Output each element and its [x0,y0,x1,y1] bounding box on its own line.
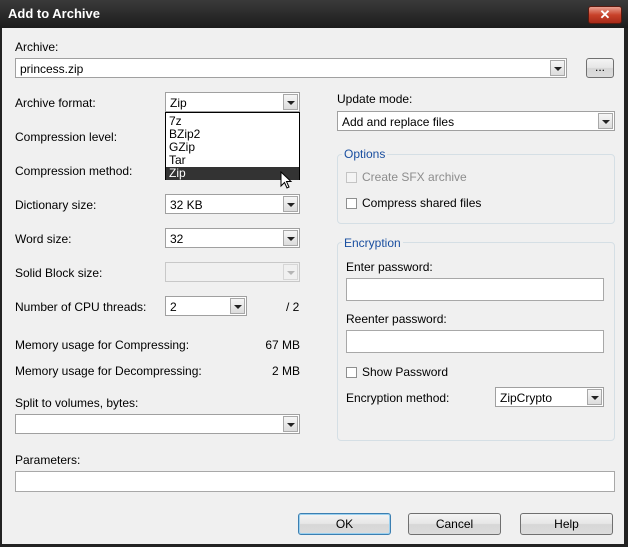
cpu-threads-value: 2 [170,300,177,314]
mouse-pointer-icon [280,171,293,189]
encryption-method-value: ZipCrypto [500,391,553,405]
options-group [337,154,615,224]
options-group-title: Options [342,147,388,161]
chevron-down-icon[interactable] [283,94,298,110]
archive-format-value: Zip [170,96,187,110]
reenter-password-label: Reenter password: [346,312,447,326]
close-button[interactable]: ✕ [588,6,622,24]
parameters-input[interactable] [15,471,615,492]
update-mode-label: Update mode: [337,92,413,106]
split-volumes-combo[interactable] [15,414,300,434]
archive-path-combo[interactable]: princess.zip [15,58,567,78]
help-button[interactable]: Help [520,513,613,535]
chevron-down-icon[interactable] [283,230,298,246]
archive-format-label: Archive format: [15,96,96,110]
memory-decompress-label: Memory usage for Decompressing: [15,364,202,378]
memory-compress-value: 67 MB [265,338,300,352]
chevron-down-icon[interactable] [283,196,298,212]
window-title: Add to Archive [8,6,100,21]
split-volumes-label: Split to volumes, bytes: [15,396,139,410]
word-size-label: Word size: [15,232,72,246]
solid-block-size-label: Solid Block size: [15,266,103,280]
cpu-threads-select[interactable]: 2 [165,296,247,316]
title-bar[interactable]: Add to Archive ✕ [0,0,628,28]
chevron-down-icon[interactable] [283,416,298,432]
dictionary-size-label: Dictionary size: [15,198,97,212]
solid-block-size-select [165,262,300,282]
memory-decompress-value: 2 MB [271,364,300,378]
reenter-password-input[interactable] [346,330,604,353]
memory-compress-label: Memory usage for Compressing: [15,338,190,352]
cancel-button[interactable]: Cancel [408,513,501,535]
compression-method-label: Compression method: [15,164,133,178]
encryption-method-label: Encryption method: [346,391,450,405]
chevron-down-icon[interactable] [598,113,613,129]
update-mode-value: Add and replace files [342,115,455,129]
chevron-down-icon[interactable] [550,60,565,76]
chevron-down-icon[interactable] [587,389,602,405]
chevron-down-icon [283,264,298,280]
ok-button[interactable]: OK [298,513,391,535]
show-password-label[interactable]: Show Password [362,365,448,379]
archive-format-select[interactable]: Zip [165,92,300,112]
chevron-down-icon[interactable] [230,298,245,314]
word-size-select[interactable]: 32 [165,228,300,248]
show-password-checkbox[interactable] [346,367,357,378]
encryption-group-title: Encryption [342,236,403,250]
add-to-archive-window: Add to Archive ✕ Archive: princess.zip .… [0,0,628,547]
compression-level-label: Compression level: [15,130,118,144]
archive-path-value: princess.zip [20,62,84,76]
dialog-body: Archive: princess.zip ... Archive format… [2,28,624,544]
cpu-threads-total: / 2 [286,300,300,314]
archive-format-dropdown-list[interactable]: 7z BZip2 GZip Tar Zip [165,112,300,180]
update-mode-select[interactable]: Add and replace files [337,111,615,131]
create-sfx-checkbox [346,172,357,183]
word-size-value: 32 [170,232,184,246]
create-sfx-label: Create SFX archive [362,170,467,184]
parameters-label: Parameters: [15,453,81,467]
browse-button[interactable]: ... [586,58,614,78]
encryption-method-select[interactable]: ZipCrypto [495,387,604,407]
dictionary-size-value: 32 KB [170,198,203,212]
archive-label: Archive: [15,40,59,54]
compress-shared-checkbox[interactable] [346,198,357,209]
enter-password-label: Enter password: [346,260,433,274]
enter-password-input[interactable] [346,278,604,301]
compress-shared-label[interactable]: Compress shared files [362,196,481,210]
cpu-threads-label: Number of CPU threads: [15,300,147,314]
dictionary-size-select[interactable]: 32 KB [165,194,300,214]
